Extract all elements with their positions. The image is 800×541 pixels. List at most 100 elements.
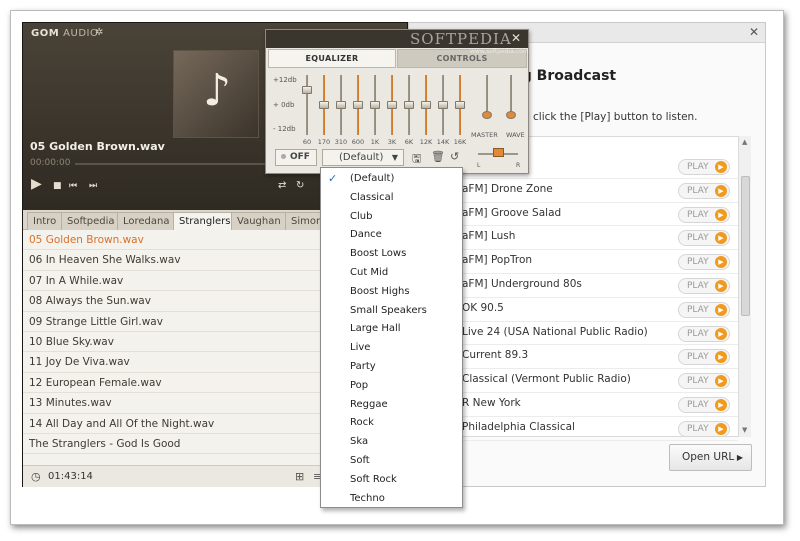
eq-band-knob[interactable] (387, 101, 397, 109)
preset-menu-item[interactable]: Small Speakers (321, 302, 462, 320)
preset-menu-item[interactable]: Party (321, 358, 462, 376)
play-button[interactable]: PLAY ▶ (678, 182, 730, 199)
station-name: aFM] Lush (462, 230, 516, 243)
play-button[interactable]: PLAY ▶ (678, 349, 730, 366)
station-row[interactable]: OK 90.5 PLAY ▶ (462, 298, 738, 322)
eq-off-toggle[interactable]: OFF (275, 149, 317, 166)
previous-icon[interactable]: ⏮ (69, 181, 77, 191)
balance-left-label: L (477, 162, 481, 169)
shuffle-icon[interactable]: ⇄ (278, 180, 286, 191)
wave-slider[interactable] (506, 75, 516, 161)
scroll-down-icon[interactable]: ▼ (742, 426, 747, 434)
play-button[interactable]: PLAY ▶ (678, 397, 730, 413)
wave-knob[interactable] (506, 111, 516, 119)
tab-intro[interactable]: Intro (27, 212, 63, 230)
balance-knob[interactable] (493, 148, 504, 157)
eq-band-slider[interactable]: 16K (454, 75, 466, 161)
station-row[interactable]: Current 89.3 PLAY ▶ (462, 345, 738, 370)
play-button[interactable]: PLAY ▶ (678, 373, 730, 390)
station-row[interactable]: aFM] PopTron PLAY ▶ (462, 250, 738, 274)
preset-menu-item[interactable]: Techno (321, 490, 462, 508)
station-row[interactable]: Live 24 (USA National Public Radio) PLAY ▶ (462, 322, 738, 346)
preset-menu-item[interactable]: Soft (321, 452, 462, 470)
tab-loredana[interactable]: Loredana (117, 212, 176, 230)
gear-icon[interactable]: ✲ (95, 27, 103, 38)
preset-menu-item[interactable]: Large Hall (321, 320, 462, 338)
open-url-label: Open URL (682, 451, 735, 463)
preset-menu-item-label: Club (350, 210, 373, 222)
play-icon: ▶ (715, 303, 727, 316)
preset-menu-item[interactable]: Cut Mid (321, 264, 462, 282)
master-slider[interactable] (482, 75, 492, 161)
tab-equalizer[interactable]: EQUALIZER (268, 49, 396, 68)
preset-menu-item-label: Boost Lows (350, 248, 407, 260)
station-row[interactable]: Philadelphia Classical PLAY ▶ (462, 417, 738, 441)
tab-softpedia[interactable]: Softpedia (61, 212, 121, 230)
open-url-button[interactable]: Open URL ▶ (669, 444, 752, 471)
eq-band-knob[interactable] (353, 101, 363, 109)
reset-icon[interactable]: ↺ (450, 150, 459, 163)
total-duration: 01:43:14 (48, 471, 93, 482)
station-row[interactable]: aFM] Lush PLAY ▶ (462, 226, 738, 251)
master-knob[interactable] (482, 111, 492, 119)
preset-menu-item-label: Soft (350, 455, 370, 466)
play-button[interactable]: PLAY ▶ (678, 254, 730, 271)
station-row[interactable]: aFM] Groove Salad PLAY ▶ (462, 203, 738, 227)
app-logo: GOM AUDIO (31, 28, 98, 39)
play-button-label: PLAY (687, 257, 709, 268)
eq-band-slider[interactable]: 12K (420, 75, 432, 161)
preset-menu-item[interactable]: Reggae (321, 396, 462, 414)
eq-band-knob[interactable] (455, 101, 465, 109)
preset-menu-item[interactable]: ✓ (Default) (321, 170, 462, 188)
preset-menu-item[interactable]: Classical (321, 189, 462, 207)
preset-menu-item[interactable]: Club (321, 208, 462, 226)
station-row[interactable]: Classical (Vermont Public Radio) PLAY ▶ (462, 369, 738, 393)
play-button-label: PLAY (687, 328, 709, 339)
station-list-scrollbar[interactable]: ▲ ▼ (738, 136, 751, 437)
preset-menu-item[interactable]: Pop (321, 377, 462, 395)
play-icon[interactable]: ▶ (31, 176, 42, 192)
play-button-label: PLAY (687, 376, 709, 387)
trash-icon[interactable]: 🗑 (431, 150, 445, 163)
eq-band-knob[interactable] (336, 101, 346, 109)
play-button[interactable]: PLAY ▶ (678, 278, 730, 294)
eq-band-knob[interactable] (370, 101, 380, 109)
scrollbar-thumb[interactable] (741, 176, 750, 316)
play-button-label: PLAY (687, 400, 709, 410)
eq-band-knob[interactable] (438, 101, 448, 109)
preset-menu-item[interactable]: Ska (321, 433, 462, 451)
eq-preset-select[interactable]: (Default) ▼ (322, 149, 404, 166)
preset-menu-item[interactable]: Rock (321, 414, 462, 432)
next-icon[interactable]: ⏭ (89, 181, 97, 191)
eq-band-slider[interactable]: 6K (404, 75, 414, 161)
play-button[interactable]: PLAY ▶ (678, 301, 730, 318)
play-button[interactable]: PLAY ▶ (678, 206, 730, 223)
play-button[interactable]: PLAY ▶ (678, 325, 730, 342)
tab-vaughan[interactable]: Vaughan (231, 212, 287, 230)
station-row[interactable]: aFM] Underground 80s PLAY ▶ (462, 274, 738, 298)
play-button[interactable]: PLAY ▶ (678, 420, 730, 437)
close-icon[interactable]: ✕ (749, 25, 759, 39)
station-name: R New York (462, 397, 521, 409)
eq-band-knob[interactable] (302, 86, 312, 94)
preset-menu-item[interactable]: Dance (321, 226, 462, 244)
preset-menu-item[interactable]: Soft Rock (321, 471, 462, 489)
preset-menu-item[interactable]: Live (321, 339, 462, 357)
eq-band-knob[interactable] (404, 101, 414, 109)
scroll-up-icon[interactable]: ▲ (742, 138, 747, 146)
elapsed-time: 00:00:00 (30, 158, 71, 168)
repeat-icon[interactable]: ↻ (296, 180, 304, 191)
tab-stranglers[interactable]: Stranglers (173, 212, 237, 230)
grid-view-icon[interactable]: ⊞ (295, 470, 304, 483)
play-button[interactable]: PLAY ▶ (678, 159, 730, 175)
station-row[interactable]: aFM] Drone Zone PLAY ▶ (462, 179, 738, 203)
preset-menu-item[interactable]: Boost Lows (321, 245, 462, 263)
eq-band-slider[interactable]: 14K (437, 75, 449, 161)
eq-band-knob[interactable] (319, 101, 329, 109)
station-row[interactable]: R New York PLAY ▶ (462, 393, 738, 417)
eq-band-knob[interactable] (421, 101, 431, 109)
preset-menu-item[interactable]: Boost Highs (321, 283, 462, 301)
close-icon[interactable]: ✕ (511, 31, 521, 45)
stop-icon[interactable]: ■ (53, 181, 62, 191)
play-button[interactable]: PLAY ▶ (678, 230, 730, 247)
